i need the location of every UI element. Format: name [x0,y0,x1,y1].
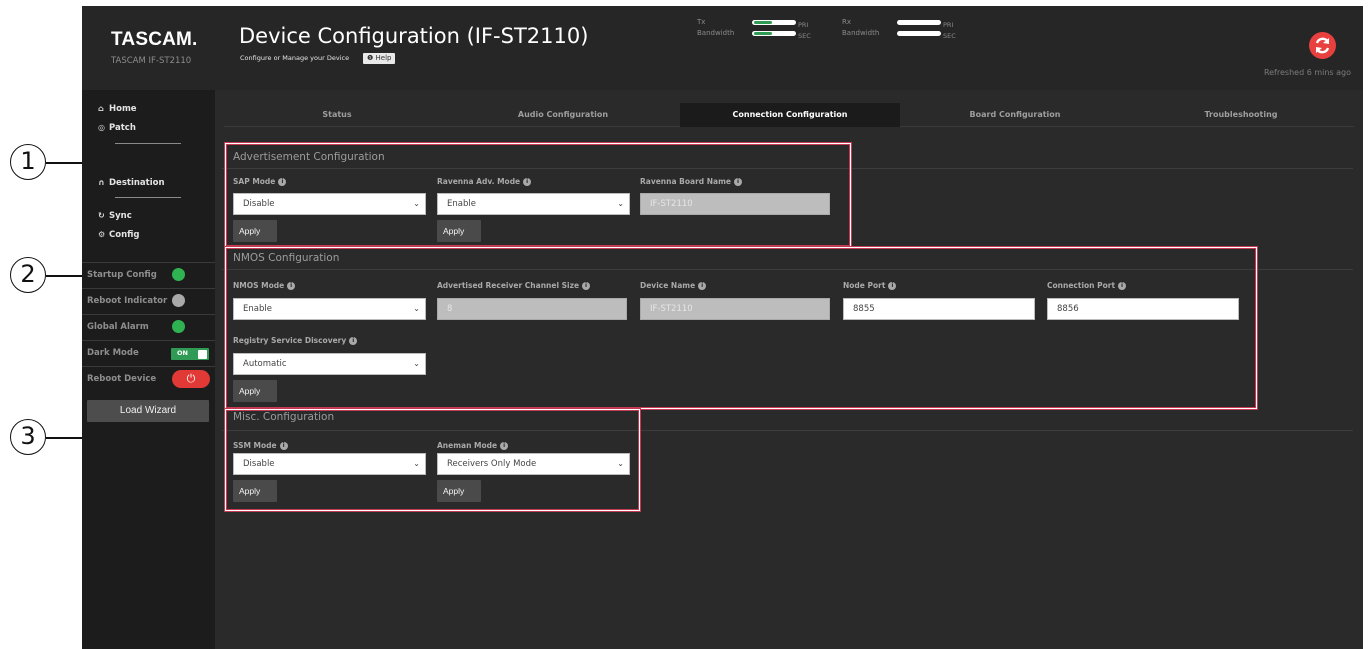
sidebar: ⌂ Home ◎ Patch ∩ Destination ↻ Sync ⚙ Config … [82,90,215,649]
tx-pri-bar [752,20,796,25]
tx-label: Tx [697,18,706,26]
reboot-device-label: Reboot Device [87,374,157,384]
sync-icon: ↻ [98,211,105,220]
startup-config-label: Startup Config [87,270,157,280]
help-button[interactable]: ❶ Help [363,53,396,64]
toggle-knob [198,349,207,359]
tab-status[interactable]: Status [224,103,450,127]
nav-home[interactable]: ⌂ Home [98,104,137,114]
nav-divider [115,143,181,144]
tx-sec-bar [752,31,796,36]
device-model: TASCAM IF-ST2110 [111,56,192,66]
reboot-device-row: Reboot Device ⏻ [82,366,215,391]
nav-destination[interactable]: ∩ Destination [98,178,165,188]
tab-bar: Status Audio Configuration Connection Co… [224,103,1354,127]
dark-mode-label: Dark Mode [87,348,139,358]
global-alarm-led [172,320,185,333]
refreshed-timestamp: Refreshed 6 mins ago [1263,68,1351,77]
startup-config-led [172,268,185,281]
rx-bandwidth-label: Bandwidth [842,29,880,37]
header: TASCAM. TASCAM IF-ST2110 Device Configur… [82,6,1363,90]
highlight-frame-2 [225,247,1257,409]
global-alarm-row: Global Alarm [82,314,215,339]
tab-connection-configuration[interactable]: Connection Configuration [680,103,900,127]
nav-divider [115,197,181,198]
dark-mode-row: Dark Mode ON [82,340,215,365]
page-subtitle: Configure or Manage your Device [240,54,350,62]
home-icon: ⌂ [98,104,104,113]
headphones-icon: ∩ [98,178,105,187]
dark-mode-state: ON [177,349,188,357]
tx-pri-tag: PRI [798,21,809,29]
tx-sec-tag: SEC [798,32,811,40]
nav-config-label: Config [109,230,140,240]
tab-audio-configuration[interactable]: Audio Configuration [450,103,676,127]
tx-bandwidth-label: Bandwidth [697,29,735,37]
dark-mode-toggle[interactable]: ON [171,348,209,360]
patch-icon: ◎ [98,123,105,132]
rx-pri-tag: PRI [943,21,954,29]
highlight-frame-3 [225,409,640,511]
nav-config[interactable]: ⚙ Config [98,230,140,240]
callout-1: 1 [10,144,46,180]
tx-sec-fill [754,32,772,35]
power-icon[interactable]: ⏻ [172,370,210,388]
rx-sec-bar [897,31,941,36]
global-alarm-label: Global Alarm [87,322,149,332]
nav-sync-label: Sync [109,211,132,221]
tx-pri-fill [754,21,772,24]
load-wizard-button[interactable]: Load Wizard [87,400,209,422]
startup-config-row: Startup Config [82,262,215,287]
nav-patch-label: Patch [109,123,136,133]
tab-board-configuration[interactable]: Board Configuration [902,103,1128,127]
app-window: TASCAM. TASCAM IF-ST2110 Device Configur… [82,6,1363,649]
callout-3: 3 [10,419,46,455]
reboot-indicator-led [172,294,185,307]
reboot-indicator-label: Reboot Indicator [87,296,168,306]
nav-sync[interactable]: ↻ Sync [98,211,132,221]
callout-2: 2 [10,257,46,293]
nav-destination-label: Destination [109,178,165,188]
nav-home-label: Home [109,104,137,114]
highlight-frame-1 [225,143,851,247]
gear-icon: ⚙ [98,230,106,239]
rx-pri-bar [897,20,941,25]
refresh-icon[interactable] [1309,32,1336,59]
page-title: Device Configuration (IF-ST2110) [239,24,589,48]
nav-patch[interactable]: ◎ Patch [98,123,136,133]
tab-troubleshooting[interactable]: Troubleshooting [1128,103,1354,127]
brand-logo: TASCAM. [111,29,198,50]
reboot-indicator-row: Reboot Indicator [82,288,215,313]
rx-label: Rx [842,18,852,26]
rx-sec-tag: SEC [943,32,956,40]
